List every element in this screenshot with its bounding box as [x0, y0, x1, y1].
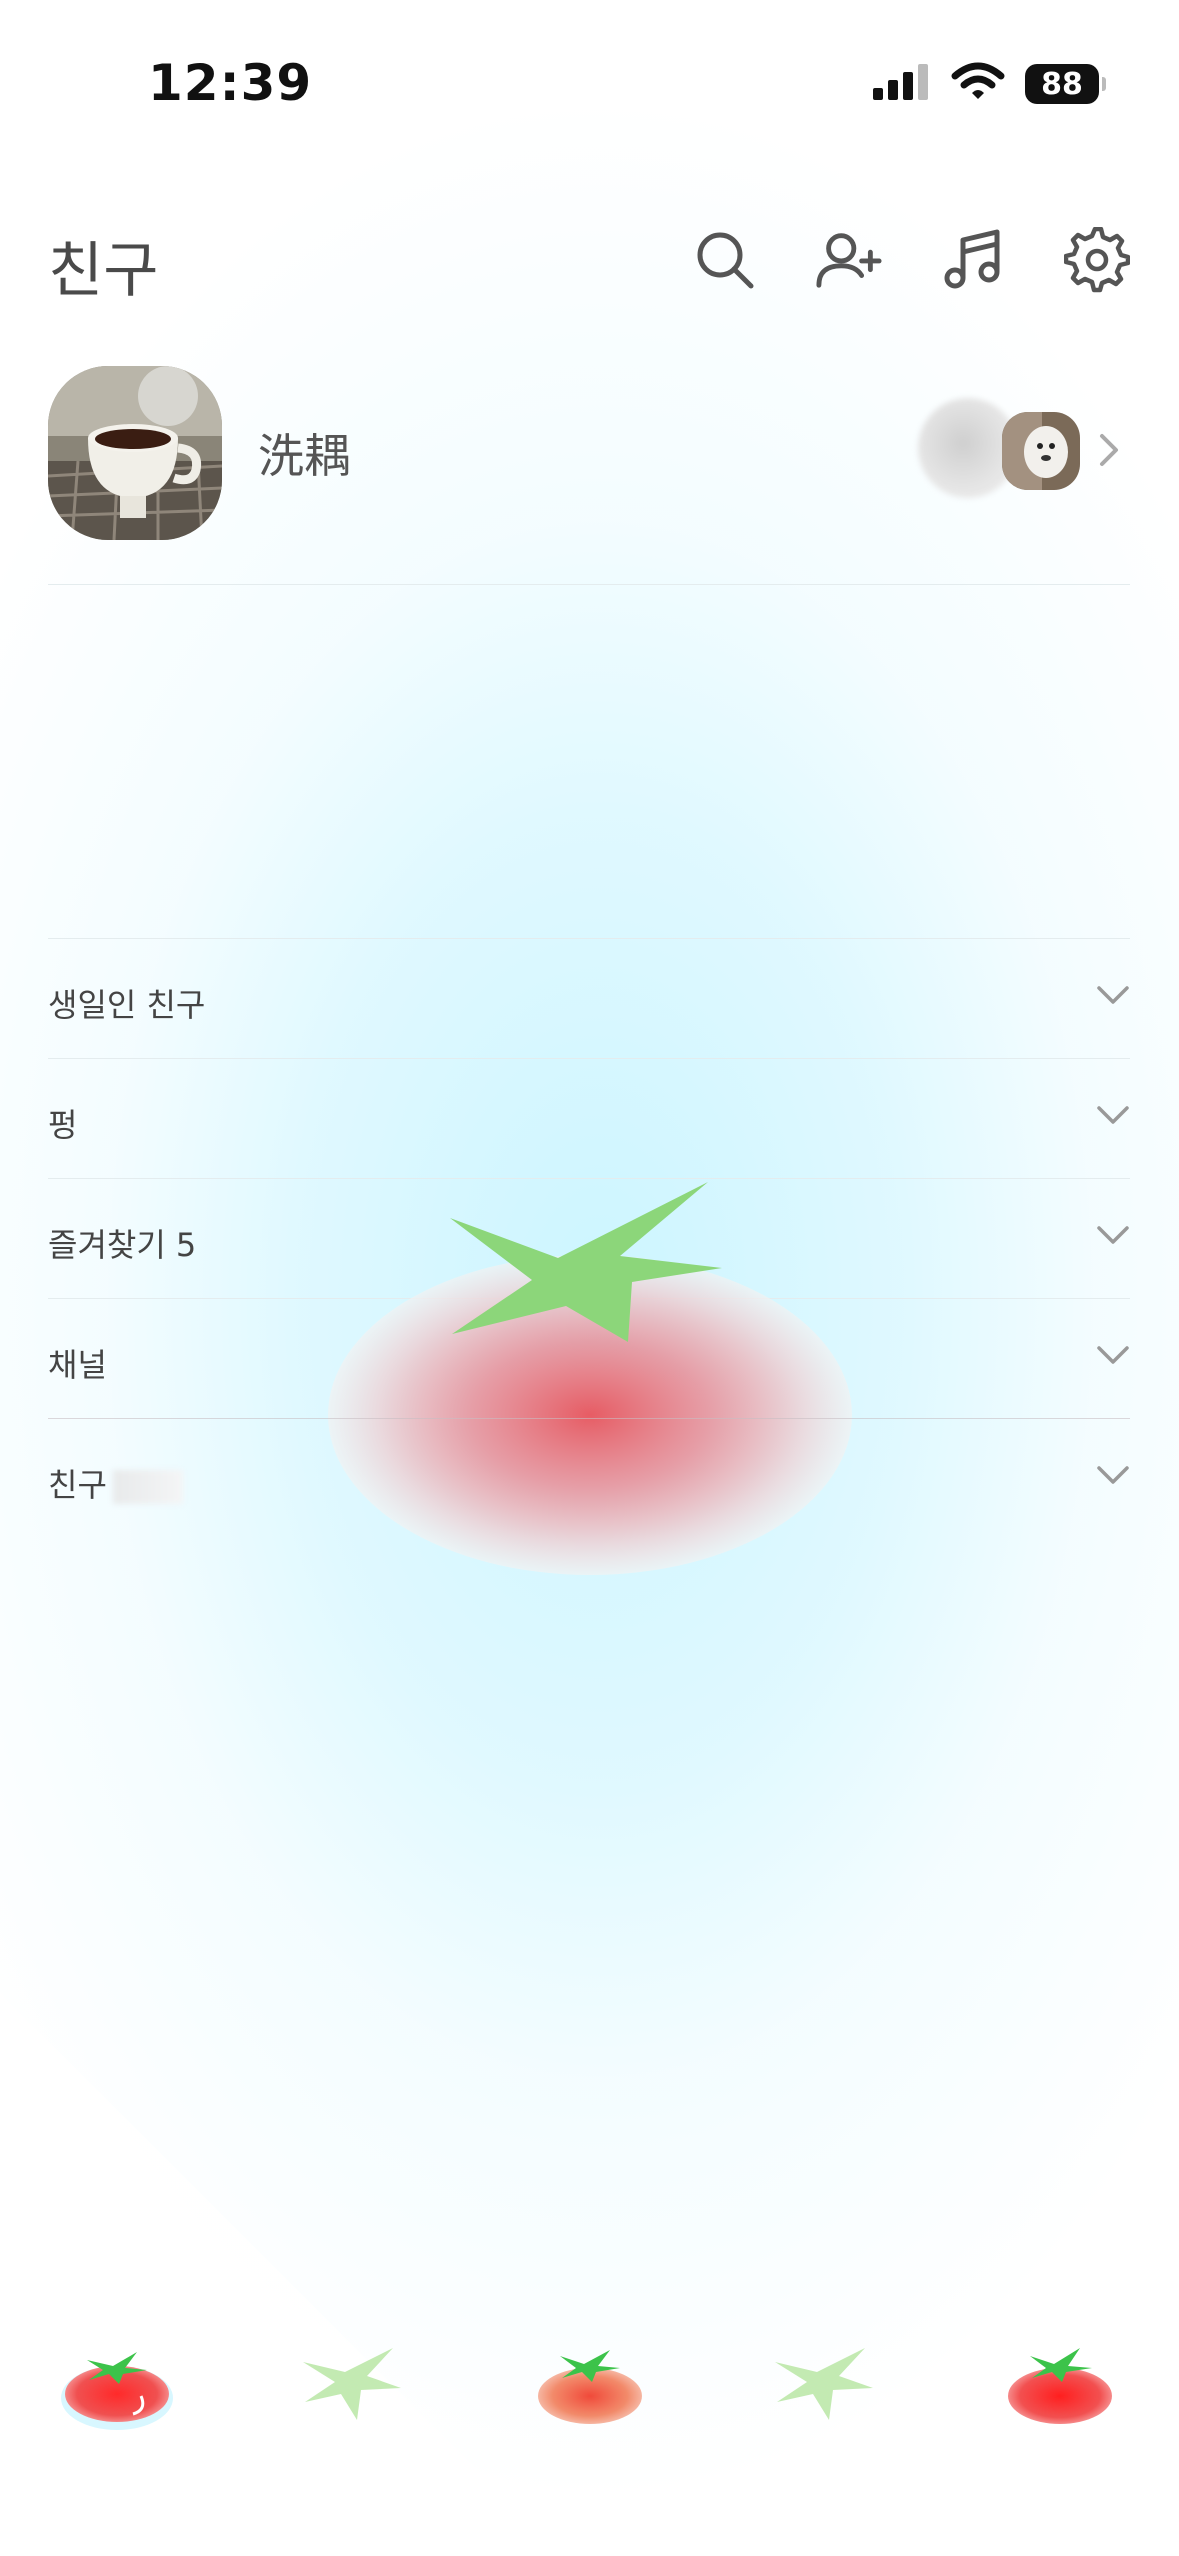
cellular-signal-icon [873, 64, 931, 104]
chats-tab[interactable] [295, 2340, 415, 2430]
section-label: 친구 [48, 1460, 183, 1506]
shopping-tab[interactable] [767, 2340, 887, 2430]
section-label: 즐겨찾기 5 [48, 1226, 197, 1264]
search-icon[interactable] [691, 226, 759, 294]
chevron-right-icon[interactable] [1098, 432, 1120, 472]
divider [48, 1178, 1130, 1179]
section-pung[interactable]: 펑 [48, 1060, 1130, 1178]
section-label: 생일인 친구 [48, 986, 206, 1024]
chevron-down-icon[interactable] [1096, 1464, 1130, 1490]
divider [48, 1058, 1130, 1059]
friend-update-photo[interactable] [1002, 412, 1080, 490]
battery-level: 88 [1041, 66, 1083, 102]
chevron-down-icon[interactable] [1096, 984, 1130, 1010]
section-label-text: 친구 [48, 1466, 107, 1504]
theme-background-shape [0, 1950, 520, 2556]
friend-count-blurred [112, 1470, 183, 1504]
status-icons: 88 [873, 62, 1106, 106]
my-profile-name[interactable]: 洗耦 [258, 420, 350, 486]
chevron-down-icon[interactable] [1096, 1344, 1130, 1370]
wifi-icon [951, 62, 1005, 106]
header-actions [691, 226, 1131, 294]
more-tab[interactable] [1000, 2340, 1120, 2430]
chevron-down-icon[interactable] [1096, 1224, 1130, 1250]
divider [48, 1418, 1130, 1419]
divider [48, 938, 1130, 939]
open-chat-tab[interactable] [530, 2340, 650, 2430]
add-friend-icon[interactable] [815, 226, 883, 294]
section-birthday-friends[interactable]: 생일인 친구 [48, 940, 1130, 1058]
friends-tab[interactable] [57, 2340, 177, 2430]
divider [48, 584, 1130, 585]
battery-icon: 88 [1025, 64, 1106, 104]
status-time: 12:39 [148, 54, 313, 112]
section-label: 채널 [48, 1346, 107, 1384]
section-channel[interactable]: 채널 [48, 1300, 1130, 1418]
section-friends[interactable]: 친구 [48, 1420, 1130, 1538]
section-label: 펑 [48, 1106, 78, 1144]
my-profile-avatar[interactable] [48, 366, 222, 540]
chevron-down-icon[interactable] [1096, 1104, 1130, 1130]
music-icon[interactable] [939, 226, 1007, 294]
page-title: 친구 [48, 236, 159, 306]
settings-icon[interactable] [1063, 226, 1131, 294]
